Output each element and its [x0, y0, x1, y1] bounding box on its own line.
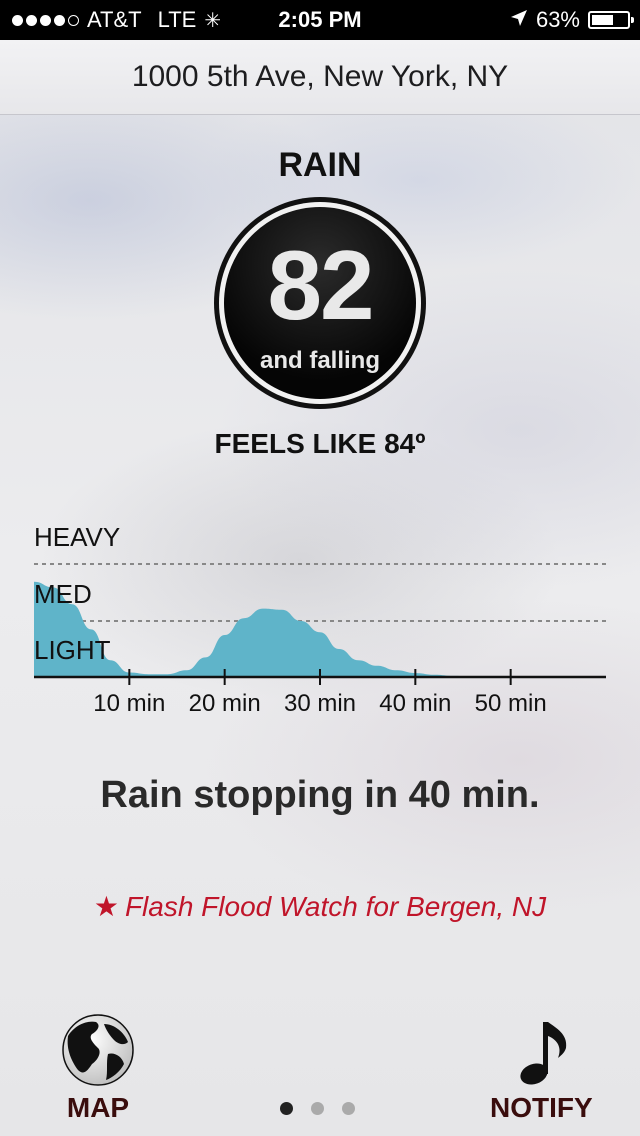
- map-button[interactable]: MAP: [48, 1092, 148, 1124]
- music-note-icon[interactable]: [516, 1018, 572, 1088]
- precipitation-area: [34, 581, 606, 677]
- feels-like-label: FEELS LIKE 84º: [214, 428, 426, 459]
- star-icon: ★: [93, 891, 119, 922]
- page-dot[interactable]: [280, 1102, 293, 1115]
- location-title[interactable]: 1000 5th Ave, New York, NY: [132, 60, 508, 94]
- location-arrow-icon: [510, 7, 528, 33]
- globe-icon[interactable]: [62, 1014, 134, 1086]
- x-tick-label: 30 min: [284, 690, 356, 717]
- dial-face: 82 and falling: [224, 207, 416, 399]
- temperature-trend: and falling: [260, 347, 380, 374]
- battery-icon: [588, 11, 634, 29]
- level-label-light: LIGHT: [34, 635, 111, 665]
- forecast-summary: Rain stopping in 40 min.: [100, 774, 540, 816]
- x-tick-label: 40 min: [379, 690, 451, 717]
- dial-ring: 82 and falling: [219, 202, 421, 404]
- battery-level-fill: [592, 15, 613, 25]
- precipitation-chart: 10 min 20 min 30 min 40 min 50 min HEAVY MED…: [0, 500, 640, 740]
- temperature-dial: 82 and falling: [214, 197, 426, 409]
- status-bar: AT&T LTE ✳ 2:05 PM 63%: [0, 0, 640, 40]
- condition-label: RAIN: [278, 146, 362, 184]
- current-temperature: 82: [267, 230, 374, 340]
- location-header[interactable]: 1000 5th Ave, New York, NY: [0, 40, 640, 115]
- level-label-med: MED: [34, 579, 92, 609]
- page-indicator[interactable]: [280, 1102, 355, 1115]
- page-dot[interactable]: [311, 1102, 324, 1115]
- level-label-heavy: HEAVY: [34, 522, 121, 552]
- status-right: 63%: [510, 0, 634, 40]
- alert-text[interactable]: Flash Flood Watch for Bergen, NJ: [125, 891, 546, 922]
- x-tick-label: 20 min: [189, 690, 261, 717]
- x-tick-label: 50 min: [475, 690, 547, 717]
- weather-alert-link[interactable]: ★ Flash Flood Watch for Bergen, NJ: [0, 890, 640, 923]
- x-tick-label: 10 min: [93, 690, 165, 717]
- page-dot[interactable]: [342, 1102, 355, 1115]
- battery-percent: 63%: [535, 7, 580, 32]
- notify-button[interactable]: NOTIFY: [490, 1092, 593, 1124]
